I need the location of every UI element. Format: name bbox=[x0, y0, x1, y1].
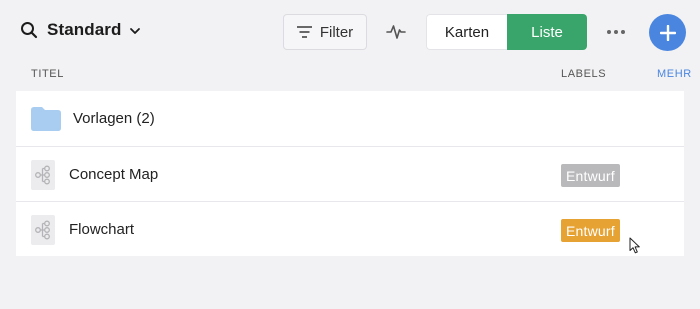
tab-karten[interactable]: Karten bbox=[426, 14, 507, 50]
list-item[interactable]: Flowchart Entwurf bbox=[16, 201, 684, 256]
view-title: Standard bbox=[47, 20, 122, 39]
search-icon bbox=[21, 22, 38, 39]
item-list: Vorlagen (2) Concept Map Entwurf Flowcha… bbox=[16, 91, 684, 256]
folder-icon bbox=[31, 107, 61, 131]
column-header-title[interactable]: TITEL bbox=[31, 68, 64, 80]
filter-button[interactable]: Filter bbox=[283, 14, 367, 50]
list-item-folder[interactable]: Vorlagen (2) bbox=[16, 91, 684, 146]
status-badge[interactable]: Entwurf bbox=[561, 219, 620, 242]
mindmap-icon bbox=[31, 215, 55, 245]
more-columns-link[interactable]: MEHR bbox=[657, 68, 692, 80]
view-selector[interactable]: Standard bbox=[20, 20, 141, 40]
filter-lines-icon bbox=[296, 26, 312, 38]
activity-pulse-icon[interactable] bbox=[386, 22, 406, 42]
list-item[interactable]: Concept Map Entwurf bbox=[16, 146, 684, 201]
filter-label: Filter bbox=[319, 23, 354, 41]
mindmap-icon bbox=[31, 160, 55, 190]
plus-icon bbox=[659, 24, 676, 41]
list-item-title: Vorlagen (2) bbox=[73, 110, 155, 127]
toolbar: Standard Filter Karten Liste bbox=[0, 0, 700, 62]
mouse-cursor-icon bbox=[629, 237, 640, 254]
tab-liste[interactable]: Liste bbox=[507, 14, 587, 50]
list-item-title: Concept Map bbox=[69, 165, 159, 183]
view-mode-toggle: Karten Liste bbox=[426, 14, 587, 50]
status-badge[interactable]: Entwurf bbox=[561, 164, 620, 187]
chevron-down-icon bbox=[130, 28, 141, 34]
page: Standard Filter Karten Liste TITEL LABEL… bbox=[0, 0, 700, 309]
more-horizontal-icon[interactable] bbox=[602, 22, 630, 42]
list-item-title: Flowchart bbox=[69, 220, 135, 238]
column-header-labels[interactable]: LABELS bbox=[561, 68, 606, 80]
add-button[interactable] bbox=[649, 14, 686, 51]
